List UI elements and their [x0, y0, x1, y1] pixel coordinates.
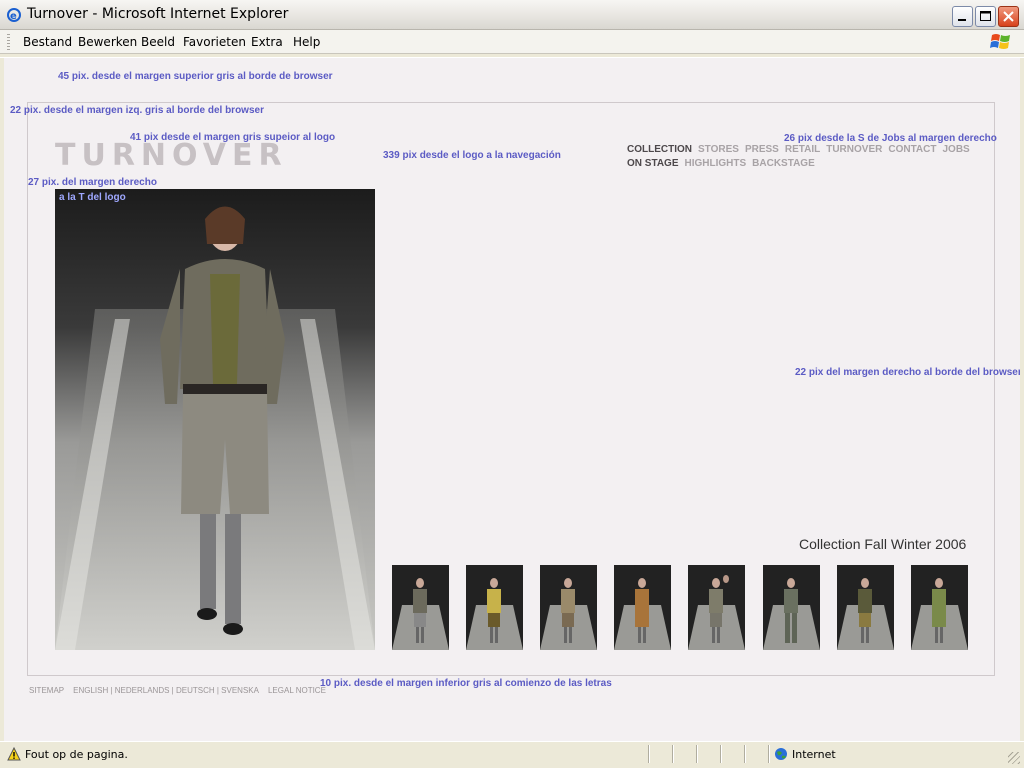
main-runway-photo: [55, 189, 375, 650]
subnav-highlights[interactable]: HIGHLIGHTS: [684, 158, 746, 169]
warning-icon[interactable]: [7, 747, 21, 761]
thumbnail-2[interactable]: [466, 565, 523, 650]
annotation-top-margin: 45 pix. desde el margen superior gris al…: [58, 71, 333, 82]
nav-retail[interactable]: RETAIL: [785, 144, 820, 155]
page-viewport: TURNOVER COLLECTION STORES PRESS RETAIL TURN…: [4, 58, 1020, 741]
menu-extra[interactable]: Extra: [251, 35, 283, 49]
sub-navigation: ON STAGE HIGHLIGHTS BACKSTAGE: [627, 158, 821, 169]
maximize-icon: [980, 11, 991, 21]
annotation-t-margin: 27 pix. del margen derecho: [28, 177, 157, 188]
annotation-bottom-margin: 10 pix. desde el margen inferior gris al…: [320, 678, 612, 689]
status-divider: [768, 745, 770, 763]
footer-sitemap[interactable]: SITEMAP: [29, 686, 64, 695]
footer-links: SITEMAP ENGLISH | NEDERLANDS | DEUTSCH | …: [29, 686, 335, 695]
status-divider: [720, 745, 722, 763]
status-divider: [744, 745, 746, 763]
title-bar: e Turnover - Microsoft Internet Explorer: [0, 0, 1024, 30]
turnover-logo[interactable]: TURNOVER: [55, 138, 288, 173]
security-zone: Internet: [792, 748, 836, 761]
thumbnail-1[interactable]: [392, 565, 449, 650]
resize-grip[interactable]: [1008, 752, 1020, 764]
nav-collection[interactable]: COLLECTION: [627, 144, 692, 155]
window-title: Turnover - Microsoft Internet Explorer: [27, 6, 289, 22]
thumbnail-8[interactable]: [911, 565, 968, 650]
minimize-button[interactable]: [952, 6, 973, 27]
footer-languages[interactable]: ENGLISH | NEDERLANDS | DEUTSCH | SVENSKA: [73, 686, 259, 695]
annotation-left-margin: 22 pix. desde el margen izq. gris al bor…: [10, 105, 264, 116]
nav-jobs[interactable]: JOBS: [942, 144, 969, 155]
annotation-right-margin: 22 pix del margen derecho al borde del b…: [795, 367, 1020, 378]
close-icon: [1003, 11, 1014, 22]
thumbnail-4[interactable]: [614, 565, 671, 650]
status-divider: [696, 745, 698, 763]
nav-turnover[interactable]: TURNOVER: [826, 144, 882, 155]
subnav-on-stage[interactable]: ON STAGE: [627, 158, 678, 169]
annotation-logo-margin: 41 pix desde el margen gris supeior al l…: [130, 132, 336, 143]
internet-explorer-icon: e: [7, 8, 21, 22]
menu-bar: Bestand Bewerken Beeld Favorieten Extra …: [0, 30, 1024, 54]
windows-logo-icon: [990, 34, 1010, 49]
status-bar: Fout op de pagina. Internet: [0, 741, 1024, 768]
annotation-logo-nav: 339 pix desde el logo a la navegación: [383, 150, 561, 161]
maximize-button[interactable]: [975, 6, 996, 27]
close-button[interactable]: [998, 6, 1019, 27]
menu-help[interactable]: Help: [293, 35, 320, 49]
subnav-backstage[interactable]: BACKSTAGE: [752, 158, 815, 169]
nav-stores[interactable]: STORES: [698, 144, 739, 155]
annotation-jobs-margin: 26 pix desde la S de Jobs al margen dere…: [784, 133, 997, 144]
annotation-t-margin-2: a la T del logo: [59, 192, 126, 203]
svg-text:e: e: [10, 11, 17, 22]
footer-legal-notice[interactable]: LEGAL NOTICE: [268, 686, 326, 695]
menu-bewerken[interactable]: Bewerken: [78, 35, 137, 49]
nav-contact[interactable]: CONTACT: [888, 144, 936, 155]
internet-zone-icon: [775, 748, 787, 760]
minimize-icon: [958, 19, 966, 21]
main-navigation: COLLECTION STORES PRESS RETAIL TURNOVER CONTA…: [627, 144, 976, 155]
thumbnail-3[interactable]: [540, 565, 597, 650]
status-divider: [672, 745, 674, 763]
thumbnail-7[interactable]: [837, 565, 894, 650]
thumbnail-5[interactable]: [688, 565, 745, 650]
collection-title: Collection Fall Winter 2006: [799, 536, 967, 552]
menu-beeld[interactable]: Beeld: [141, 35, 175, 49]
toolbar-grip[interactable]: [7, 34, 10, 50]
menu-favorieten[interactable]: Favorieten: [183, 35, 246, 49]
nav-press[interactable]: PRESS: [745, 144, 779, 155]
status-message: Fout op de pagina.: [25, 748, 128, 761]
menu-bestand[interactable]: Bestand: [23, 35, 72, 49]
status-divider: [648, 745, 650, 763]
thumbnail-6[interactable]: [763, 565, 820, 650]
